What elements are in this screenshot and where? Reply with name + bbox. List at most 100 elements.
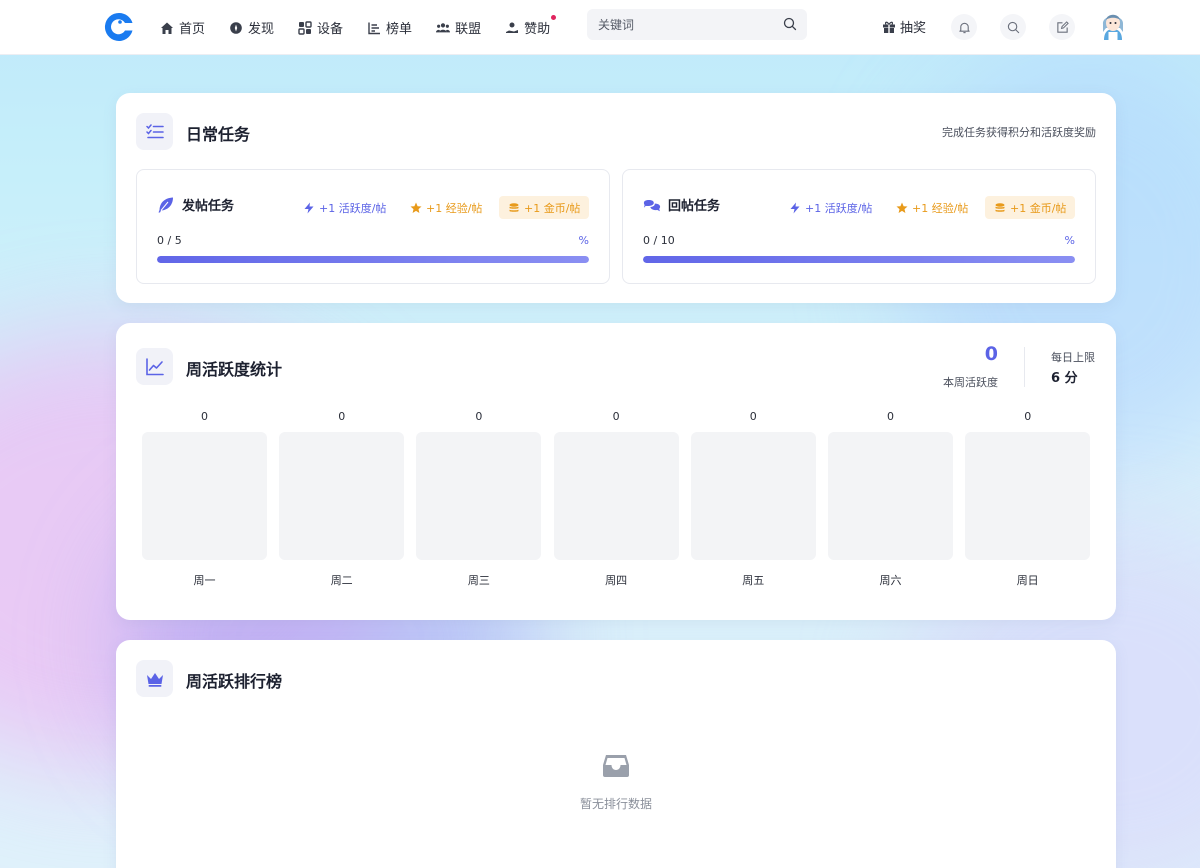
bar-day-label: 周六 [879, 574, 902, 587]
notification-dot [551, 15, 557, 20]
device-icon [298, 20, 312, 35]
search-icon[interactable] [783, 17, 797, 31]
bar-track [279, 432, 405, 560]
card-title: 周活跃排行榜 [186, 672, 283, 691]
users-icon [436, 22, 451, 32]
bar-value-label: 0 [887, 410, 894, 423]
task-progress-fill [643, 256, 1075, 263]
bar-value-label: 0 [612, 410, 620, 423]
star-icon [410, 202, 422, 213]
bar-day-label: 周三 [467, 574, 490, 587]
ranking-icon [368, 22, 381, 34]
site-logo-icon[interactable] [103, 11, 135, 43]
task-progress-fill [157, 256, 589, 263]
bar-value-label: 0 [749, 410, 757, 423]
bar-track [416, 432, 542, 560]
bar-value-label: 0 [201, 410, 208, 423]
task-name: 发帖任务 [157, 195, 234, 214]
bar-day-label: 周一 [193, 574, 216, 587]
nav-item-label: 设备 [317, 22, 344, 37]
gift-icon [883, 21, 895, 33]
bar-day-label: 周五 [742, 574, 765, 587]
search-button[interactable] [1000, 14, 1026, 40]
nav-item-sponsor[interactable]: 赞助 [505, 15, 557, 37]
bar-column: 0 周日 [965, 410, 1091, 590]
lightning-icon [790, 202, 800, 213]
crown-icon [136, 660, 173, 697]
empty-state-text: 暂无排行数据 [579, 797, 652, 811]
nav-item-label: 赞助 [524, 22, 551, 37]
weekly-bar-chart: 0 周一 0 周二 0 周三 0 周四 0 周五 0 周六 0 周日 [142, 410, 1091, 590]
task-progress-bar [643, 256, 1075, 263]
notification-button[interactable] [951, 14, 977, 40]
post-task: 发帖任务 +1 活跃度/帖 +1 经验/帖 +1 金币/帖 0 / 5 % [136, 169, 610, 284]
nav-item-label: 首页 [179, 22, 206, 37]
nav-item-discover[interactable]: 发现 [229, 18, 274, 37]
chat-bubbles-icon [643, 199, 661, 211]
task-name: 回帖任务 [643, 195, 720, 214]
task-count: 0 / 10 [643, 234, 675, 247]
reward-experience: +1 经验/帖 [896, 196, 968, 219]
search-input[interactable] [587, 17, 767, 32]
bar-track [965, 432, 1091, 560]
bell-icon [958, 22, 970, 33]
bar-track [690, 432, 816, 560]
feather-icon [158, 197, 173, 212]
bar-day-label: 周二 [330, 574, 353, 587]
nav-item-alliance[interactable]: 联盟 [436, 18, 481, 37]
bar-day-label: 周四 [605, 574, 628, 587]
compass-icon [230, 21, 242, 34]
lightning-icon [304, 202, 314, 213]
edit-icon [1056, 20, 1069, 33]
weekly-total-label: 本周活跃度 [943, 376, 998, 389]
sponsor-icon [506, 22, 519, 33]
nav-item-home[interactable]: 首页 [160, 18, 205, 37]
bar-column: 0 周三 [416, 410, 542, 590]
bar-value-label: 0 [338, 410, 346, 423]
bar-column: 0 周二 [279, 410, 405, 590]
daily-tasks-card: 日常任务 完成任务获得积分和活跃度奖励 发帖任务 +1 活跃度/帖 +1 经验/… [116, 93, 1116, 303]
divider [1024, 347, 1025, 387]
reply-task: 回帖任务 +1 活跃度/帖 +1 经验/帖 +1 金币/帖 0 / 10 % [622, 169, 1096, 284]
daily-limit-label: 每日上限 [1051, 351, 1095, 364]
bar-column: 0 周一 [142, 410, 267, 590]
reward-coins: +1 金币/帖 [985, 196, 1076, 219]
card-title: 日常任务 [186, 125, 251, 144]
bar-track [553, 432, 679, 560]
task-name-label: 发帖任务 [182, 199, 235, 214]
reward-coins: +1 金币/帖 [499, 196, 590, 219]
main-nav: 首页 发现 设备 榜单 联盟 赞助 [160, 0, 574, 55]
inbox-icon [603, 755, 629, 777]
reward-activity: +1 活跃度/帖 [303, 196, 386, 219]
nav-item-label: 联盟 [455, 22, 482, 37]
task-percent: % [578, 234, 589, 247]
task-count: 0 / 5 [157, 234, 182, 247]
bar-track [828, 432, 953, 560]
top-navbar: 首页 发现 设备 榜单 联盟 赞助 抽奖 [0, 0, 1200, 55]
lottery-link[interactable]: 抽奖 [882, 17, 926, 36]
star-icon [896, 202, 908, 213]
card-subtitle: 完成任务获得积分和活跃度奖励 [942, 126, 1096, 139]
nav-item-label: 榜单 [386, 22, 413, 37]
nav-item-devices[interactable]: 设备 [298, 18, 343, 37]
search-icon [1007, 21, 1019, 33]
coins-icon [509, 202, 519, 212]
reward-coins-label: +1 金币/帖 [1010, 201, 1067, 215]
reward-experience-label: +1 经验/帖 [912, 201, 969, 215]
reward-activity-label: +1 活跃度/帖 [805, 201, 873, 215]
bar-column: 0 周六 [828, 410, 953, 590]
write-post-button[interactable] [1049, 14, 1075, 40]
reward-activity-label: +1 活跃度/帖 [319, 201, 387, 215]
bar-day-label: 周日 [1016, 574, 1039, 587]
weekly-activity-card: 周活跃度统计 0 本周活跃度 每日上限 6 分 0 周一 0 周二 0 周三 0 周四 0 周五 0… [116, 323, 1116, 620]
line-chart-icon [136, 348, 173, 385]
reward-activity: +1 活跃度/帖 [789, 196, 872, 219]
avatar[interactable] [1100, 10, 1126, 42]
bar-track [142, 432, 267, 560]
bar-column: 0 周四 [553, 410, 679, 590]
bar-value-label: 0 [1024, 410, 1032, 423]
nav-item-ranking[interactable]: 榜单 [367, 18, 412, 37]
reward-coins-label: +1 金币/帖 [524, 201, 581, 215]
coins-icon [995, 202, 1005, 212]
task-name-label: 回帖任务 [668, 199, 721, 214]
